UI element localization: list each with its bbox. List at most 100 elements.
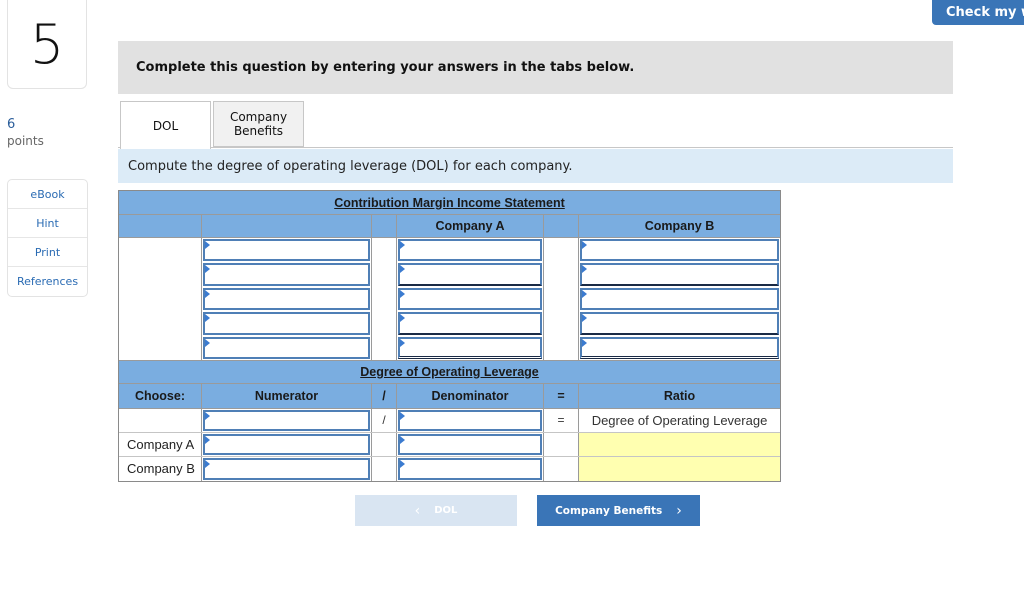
company-a-input-wrap[interactable]: [398, 312, 542, 335]
spacer-cell: [372, 456, 397, 481]
dropdown-marker-icon: [205, 411, 210, 420]
input-marker-icon: [582, 338, 587, 347]
numerator-dropdown[interactable]: [203, 409, 370, 432]
numerator-cell: [202, 432, 372, 456]
next-tab-button[interactable]: Company Benefits ›: [537, 495, 700, 526]
col-company-a-header: Company A: [397, 215, 544, 237]
spacer-cell: [544, 286, 579, 312]
denominator-cell: [397, 408, 544, 432]
line-item-dropdown[interactable]: [203, 312, 370, 335]
tab-company-benefits[interactable]: Company Benefits: [213, 101, 304, 147]
line-item-dropdown[interactable]: [203, 336, 370, 359]
company-a-input[interactable]: [400, 291, 540, 310]
ratio-label: Degree of Operating Leverage: [591, 412, 768, 428]
col-company-b-header: Company B: [579, 215, 780, 237]
col-ratio-header: Ratio: [579, 383, 780, 408]
denominator-input[interactable]: [400, 414, 540, 432]
company-a-input[interactable]: [400, 267, 540, 286]
col-equals-header: =: [544, 383, 579, 408]
line-item-dropdown[interactable]: [203, 263, 370, 286]
ebook-label: eBook: [30, 187, 65, 201]
prev-tab-button[interactable]: ‹ DOL: [355, 495, 517, 526]
company-b-input-wrap[interactable]: [580, 263, 779, 286]
company-a-input[interactable]: [400, 340, 540, 359]
spacer-cell: [372, 311, 397, 336]
company-a-denominator-wrap[interactable]: [398, 433, 542, 456]
line-item-input[interactable]: [205, 291, 368, 310]
col-spacer2-header: [544, 215, 579, 237]
input-marker-icon: [205, 435, 210, 444]
line-item-input[interactable]: [205, 315, 368, 335]
company-b-denominator-input[interactable]: [400, 461, 540, 480]
company-b-input-wrap[interactable]: [580, 312, 779, 335]
input-marker-icon: [205, 459, 210, 468]
company-b-input-wrap[interactable]: [580, 287, 779, 311]
references-link[interactable]: References: [8, 267, 87, 296]
line-item-input[interactable]: [205, 267, 368, 286]
input-marker-icon: [582, 314, 587, 323]
company-b-numerator-wrap[interactable]: [203, 457, 370, 480]
company-a-cell: [397, 262, 544, 287]
line-item-dropdown[interactable]: [203, 287, 370, 311]
company-b-cell: [579, 287, 780, 311]
company-a-input-wrap[interactable]: [398, 263, 542, 286]
check-my-work-button[interactable]: Check my work: [932, 0, 1024, 25]
col-item-header: [202, 215, 372, 237]
line-item-dropdown[interactable]: [203, 239, 370, 262]
company-a-input[interactable]: [400, 242, 540, 262]
input-marker-icon: [582, 289, 587, 298]
points-label: points: [7, 134, 44, 148]
hint-link[interactable]: Hint: [8, 209, 87, 238]
col-label-header: [119, 215, 202, 237]
income-statement-header-row: Company A Company B: [119, 215, 780, 238]
company-a-input[interactable]: [400, 315, 540, 335]
company-a-input-wrap[interactable]: [398, 239, 542, 262]
company-b-denominator-wrap[interactable]: [398, 457, 542, 480]
company-a-numerator-input[interactable]: [205, 438, 368, 456]
income-statement-blank-column: [119, 238, 202, 360]
company-b-input[interactable]: [582, 315, 777, 335]
dol-title: Degree of Operating Leverage: [119, 360, 780, 383]
denominator-dropdown[interactable]: [398, 409, 542, 432]
spacer-cell: [544, 238, 579, 263]
company-b-numerator-input[interactable]: [205, 461, 368, 480]
company-a-cell: [397, 238, 544, 263]
table-row: [202, 238, 780, 263]
spacer-cell: [372, 286, 397, 312]
col-divide-header: /: [372, 383, 397, 408]
company-b-cell: [579, 238, 780, 262]
company-a-numerator-wrap[interactable]: [203, 433, 370, 456]
spacer-cell: [372, 335, 397, 360]
company-a-denominator-input[interactable]: [400, 438, 540, 456]
col-denominator-header: Denominator: [397, 383, 544, 408]
tab-dol[interactable]: DOL: [120, 101, 211, 149]
company-a-cell: [397, 311, 544, 336]
denominator-cell: [397, 432, 544, 456]
spacer-cell: [372, 262, 397, 287]
input-marker-icon: [400, 338, 405, 347]
line-item-cell: [202, 262, 372, 287]
company-b-cell: [579, 311, 780, 335]
numerator-input[interactable]: [205, 414, 368, 432]
company-b-input[interactable]: [582, 242, 777, 262]
numerator-cell: [202, 408, 372, 432]
dropdown-marker-icon: [205, 289, 210, 298]
line-item-input[interactable]: [205, 340, 368, 359]
company-b-input[interactable]: [582, 291, 777, 310]
company-a-input-wrap[interactable]: [398, 287, 542, 311]
ebook-link[interactable]: eBook: [8, 180, 87, 209]
company-b-input[interactable]: [582, 340, 777, 359]
line-item-cell: [202, 311, 372, 336]
print-link[interactable]: Print: [8, 238, 87, 267]
prev-tab-label: DOL: [434, 505, 458, 516]
spacer-cell: [544, 335, 579, 360]
company-a-input-wrap[interactable]: [398, 336, 542, 359]
spacer-cell: [544, 311, 579, 336]
company-b-input-wrap[interactable]: [580, 336, 779, 359]
company-b-cell: [579, 336, 780, 360]
company-b-input-wrap[interactable]: [580, 239, 779, 262]
line-item-input[interactable]: [205, 242, 368, 262]
income-statement-table: Contribution Margin Income Statement Com…: [118, 190, 781, 482]
company-b-input[interactable]: [582, 267, 777, 286]
question-number: 5: [7, 0, 87, 89]
